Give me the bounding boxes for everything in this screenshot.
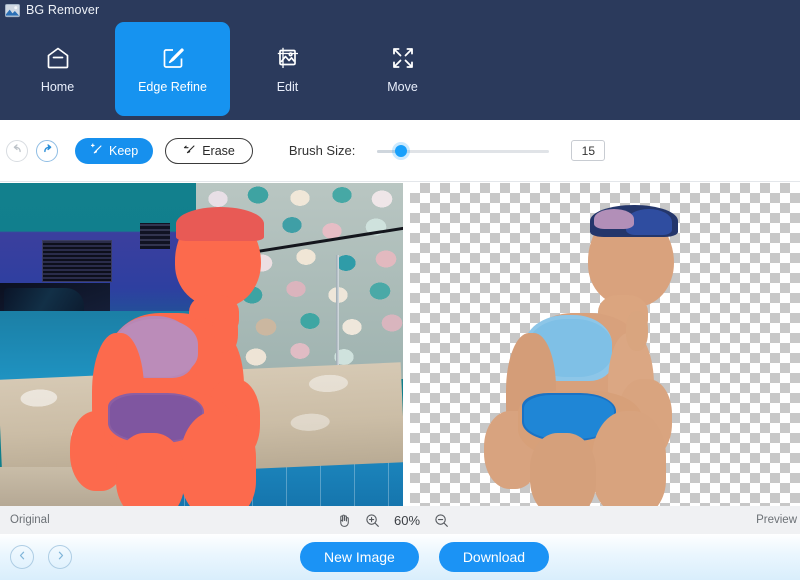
next-image-button[interactable] <box>48 545 72 569</box>
cutout-subject <box>410 183 800 506</box>
zoom-out-icon[interactable] <box>434 513 449 528</box>
tool-tabs: Home Edge Refine Edit Move <box>0 20 800 120</box>
tab-edge-refine[interactable]: Edge Refine <box>115 22 230 116</box>
keep-button[interactable]: Keep <box>75 137 154 164</box>
tab-edit[interactable]: Edit <box>230 22 345 116</box>
brush-size-label: Brush Size: <box>288 143 356 158</box>
edge-refine-icon <box>160 45 186 71</box>
erase-label: Erase <box>202 143 235 158</box>
tab-label-edge-refine: Edge Refine <box>138 79 207 94</box>
new-image-button[interactable]: New Image <box>300 542 419 572</box>
action-bar: New Image Download <box>0 534 800 580</box>
slider-thumb[interactable] <box>395 144 408 157</box>
edit-image-icon <box>275 45 301 71</box>
chevron-left-icon <box>17 548 28 566</box>
panel-divider <box>403 183 410 506</box>
chevron-right-icon <box>55 548 66 566</box>
brush-toolbar: Keep Erase Brush Size: 15 <box>0 120 800 182</box>
brush-size-input[interactable]: 15 <box>571 140 606 161</box>
original-image-panel[interactable] <box>0 183 403 506</box>
zoom-in-icon[interactable] <box>365 513 380 528</box>
tab-label-home: Home <box>40 79 75 94</box>
image-photo-icon <box>5 3 20 18</box>
primary-actions: New Image Download <box>300 542 550 572</box>
undo-arrow-icon <box>11 142 24 160</box>
hand-pan-icon[interactable] <box>336 513 351 528</box>
preview-label: Preview <box>756 514 797 526</box>
brush-size-slider[interactable] <box>377 142 550 160</box>
keep-brush-icon <box>90 143 103 159</box>
redo-button[interactable] <box>36 139 58 162</box>
home-icon <box>45 45 71 71</box>
erase-brush-icon <box>183 143 196 159</box>
original-label: Original <box>10 514 50 526</box>
tab-move[interactable]: Move <box>345 22 460 116</box>
status-bar: Original 60% Preview <box>0 506 800 534</box>
canvas-area <box>0 183 800 506</box>
keep-mask-overlay <box>0 183 403 506</box>
undo-button[interactable] <box>6 139 28 162</box>
nav-bar: Home Edge Refine Edit Move <box>0 20 800 120</box>
keep-label: Keep <box>109 143 139 158</box>
tab-label-move: Move <box>387 79 418 94</box>
tab-label-edit: Edit <box>276 79 299 94</box>
zoom-level: 60% <box>394 512 421 528</box>
window-title: BG Remover <box>26 3 100 17</box>
move-arrows-icon <box>390 45 416 71</box>
download-button[interactable]: Download <box>438 542 550 572</box>
tab-home[interactable]: Home <box>0 22 115 116</box>
erase-button[interactable]: Erase <box>165 137 253 164</box>
title-bar: BG Remover <box>0 0 800 20</box>
bg-remover-window: BG Remover Home Edge Refine Edit Move Ke… <box>0 0 800 580</box>
previous-image-button[interactable] <box>10 545 34 569</box>
preview-image-panel[interactable] <box>410 183 800 506</box>
zoom-controls: 60% <box>336 513 449 528</box>
redo-arrow-icon <box>41 142 54 160</box>
